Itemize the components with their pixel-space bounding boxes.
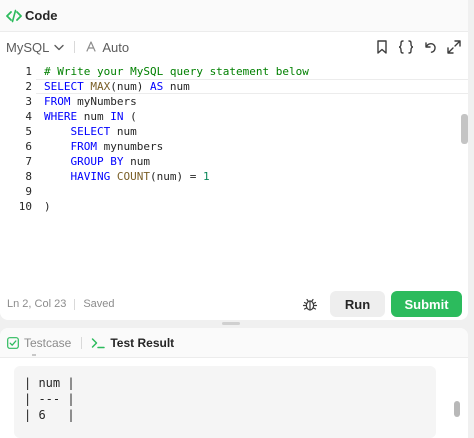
code-token: COUNT [116,170,150,183]
code-token: AS [149,80,164,93]
line-number: 9 [25,185,32,198]
result-line: | --- | [24,392,75,406]
code-line: GROUP BY num [44,155,150,168]
code-token: num [77,110,111,123]
language-select[interactable]: MySQL [6,39,65,55]
code-token: MAX [90,80,111,93]
code-panel-header: Code [0,0,468,32]
line-number: 4 [25,110,32,123]
line-number: 3 [25,95,32,108]
code-token: (num) = [150,170,203,183]
code-token: SELECT [70,125,111,138]
code-line: ) [44,200,51,213]
line-number: 6 [25,140,32,153]
submit-button[interactable]: Submit [391,291,462,317]
undo-icon[interactable] [422,39,438,55]
code-token: myNumbers [70,95,137,108]
run-button[interactable]: Run [330,291,385,317]
panel-resize-handle[interactable] [222,322,240,325]
status-divider [74,298,76,310]
line-number: 2 [25,80,32,93]
tab-divider [81,336,83,349]
code-token: HAVING [70,170,111,183]
code-token: FROM [44,95,71,108]
result-output: | num | | --- | | 6 | [14,366,436,438]
bug-icon[interactable] [302,296,318,312]
auto-label: Auto [102,39,130,55]
tab-test-result[interactable]: Test Result [91,336,174,350]
code-token: 1 [202,170,210,183]
code-token: FROM [70,140,98,153]
code-token: GROUP BY [70,155,124,168]
result-scrollbar[interactable] [454,401,460,417]
toolbar-actions [374,39,462,55]
code-line: FROM mynumbers [44,140,164,153]
result-line: | 6 | [24,408,75,422]
code-token: # Write your MySQL query statement below [44,65,309,78]
code-icon [6,8,22,24]
line-number: 10 [18,200,32,213]
code-token: num [110,125,137,138]
code-line: FROM myNumbers [44,95,137,108]
code-token: SELECT [44,80,91,93]
code-token: ) [44,200,51,213]
chevron-down-icon [54,44,65,50]
code-token: IN [110,110,124,123]
code-line: SELECT num [44,125,137,138]
braces-icon[interactable] [398,39,414,55]
code-token: mynumbers [97,140,164,153]
output-divider [32,354,36,356]
code-token: (num) [110,80,150,93]
fullscreen-icon[interactable] [446,39,462,55]
code-line: WHERE num IN ( [44,110,137,123]
editor-scrollbar[interactable] [461,114,468,144]
auto-icon [86,41,96,52]
language-label: MySQL [6,39,50,55]
auto-complete-toggle[interactable]: Auto [85,40,129,55]
tab-test-result-label: Test Result [110,335,175,350]
test-panel-tabs: Testcase Test Result [0,328,468,358]
line-number: 5 [25,125,32,138]
code-token: num [163,80,190,93]
test-panel: Testcase Test Result | num | | --- | | 6… [0,328,468,438]
line-number: 7 [25,155,32,168]
toolbar-divider [74,41,76,53]
editor-toolbar: MySQL Auto [0,34,468,60]
code-token: ( [123,110,137,123]
code-line: SELECT MAX(num) AS num [44,80,190,93]
line-number: 1 [25,65,32,78]
code-token: num [123,155,150,168]
code-panel-title: Code [25,8,58,23]
terminal-icon [92,337,106,348]
code-line: # Write your MySQL query statement below [44,65,309,78]
result-line: | num | [24,376,75,390]
save-status: Saved [83,298,115,310]
tab-testcase-label: Testcase [24,335,72,350]
checkbox-icon [7,336,19,349]
bookmark-icon[interactable] [374,39,390,55]
code-line: HAVING COUNT(num) = 1 [44,170,210,183]
tab-testcase[interactable]: Testcase [7,336,71,350]
code-token: WHERE [44,110,78,123]
line-number: 8 [25,170,32,183]
code-editor[interactable]: 1 # Write your MySQL query statement belo… [0,62,468,282]
code-panel: Code MySQL Auto 1 # Write your MySQL que… [0,0,468,320]
status-bar: Ln 2, Col 23 Saved Run Submit [0,290,468,318]
cursor-position: Ln 2, Col 23 [7,298,67,310]
